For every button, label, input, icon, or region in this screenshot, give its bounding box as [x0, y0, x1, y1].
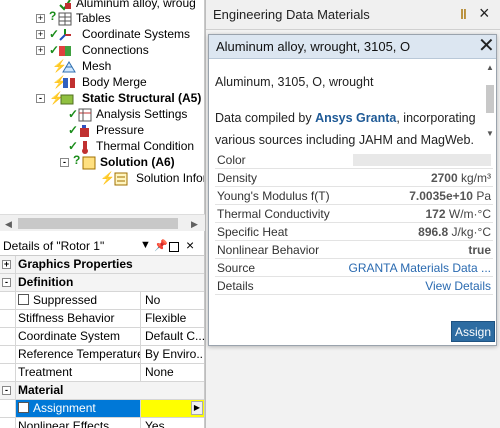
scroll-thumb[interactable]: [486, 85, 494, 113]
material-icon: [59, 0, 71, 11]
pin-icon[interactable]: 📌: [154, 239, 168, 252]
close-icon[interactable]: ✕: [478, 35, 495, 57]
property-source: Source GRANTA Materials Data ...: [215, 259, 493, 277]
scroll-right-icon[interactable]: ▶: [191, 219, 198, 230]
property-color: Color: [215, 151, 493, 169]
row-stiffness-behavior[interactable]: Stiffness Behavior Flexible: [0, 310, 204, 328]
collapse-icon[interactable]: -: [2, 386, 11, 395]
question-icon: ?: [49, 9, 57, 23]
coordinate-system-icon: [59, 29, 71, 41]
horizontal-scrollbar[interactable]: ◀ ▶: [0, 214, 205, 231]
collapse-icon[interactable]: -: [60, 158, 69, 167]
details-header: Details of "Rotor 1" ▼ 📌 ×: [0, 237, 205, 256]
ansys-granta-link[interactable]: Ansys Granta: [315, 111, 396, 125]
analysis-settings-icon: [78, 108, 92, 122]
property-nonlinear-behavior: Nonlinear Behavior true: [215, 243, 493, 259]
body-merge-icon: [63, 78, 75, 88]
color-swatch: [353, 154, 491, 166]
static-structural-icon: [60, 94, 74, 105]
details-title: Details of "Rotor 1": [3, 239, 105, 253]
scroll-thumb[interactable]: [18, 218, 178, 229]
expand-icon[interactable]: +: [36, 30, 45, 39]
mesh-icon: [62, 61, 76, 73]
category-graphics-properties[interactable]: + Graphics Properties: [0, 256, 204, 274]
expand-icon[interactable]: +: [36, 14, 45, 23]
popup-header: Aluminum alloy, wrought, 3105, O ✕: [209, 35, 496, 59]
row-coordinate-system[interactable]: Coordinate System Default C...: [0, 328, 204, 346]
dropdown-arrow-icon[interactable]: ▶: [191, 401, 203, 415]
pin-icon[interactable]: ‖: [460, 6, 467, 22]
vertical-scrollbar[interactable]: ▲ ▼: [484, 63, 496, 143]
collapse-icon[interactable]: -: [2, 278, 11, 287]
row-suppressed[interactable]: Suppressed No: [0, 292, 204, 310]
expand-icon[interactable]: +: [36, 46, 45, 55]
row-reference-temperature[interactable]: Reference Temperature By Enviro...: [0, 346, 204, 364]
collapse-icon[interactable]: -: [36, 94, 45, 103]
close-icon[interactable]: ×: [479, 3, 490, 24]
scroll-left-icon[interactable]: ◀: [5, 219, 12, 230]
checkbox[interactable]: [18, 402, 29, 414]
category-material[interactable]: - Material: [0, 382, 204, 400]
property-thermal-conductivity: Thermal Conductivity 172 W/m·°C: [215, 207, 493, 223]
row-assignment[interactable]: Assignment ▶: [0, 400, 204, 418]
solution-icon: [82, 156, 96, 170]
material-subtitle: Aluminum, 3105, O, wrought: [215, 75, 374, 89]
dropdown-icon[interactable]: ▼: [140, 239, 151, 251]
solution-info-icon: [114, 172, 128, 186]
details-grid: + Graphics Properties - Definition Suppr…: [0, 256, 205, 428]
panel-title-bar: Engineering Data Materials ‖ ×: [206, 0, 500, 30]
pressure-icon: [80, 125, 89, 137]
check-icon: ✓: [68, 107, 79, 121]
property-list: Color Density 2700 kg/m³ Young's Modulus…: [215, 151, 493, 295]
category-definition[interactable]: - Definition: [0, 274, 204, 292]
material-popup: Aluminum alloy, wrought, 3105, O ✕ Alumi…: [208, 34, 497, 346]
question-icon: ?: [73, 153, 81, 167]
scroll-down-icon[interactable]: ▼: [486, 129, 494, 138]
row-treatment[interactable]: Treatment None: [0, 364, 204, 382]
row-nonlinear-effects[interactable]: Nonlinear Effects Yes: [0, 418, 204, 428]
property-specific-heat: Specific Heat 896.8 J/kg·°C: [215, 225, 493, 241]
check-icon: ✓: [68, 123, 79, 137]
close-icon[interactable]: ×: [186, 237, 194, 253]
connections-icon: [59, 46, 71, 56]
property-density: Density 2700 kg/m³: [215, 171, 493, 187]
source-link[interactable]: GRANTA Materials Data ...: [349, 259, 491, 277]
expand-icon[interactable]: +: [2, 260, 11, 269]
checkbox[interactable]: [18, 294, 29, 306]
table-icon: [58, 12, 72, 26]
material-description: Aluminum, 3105, O, wrought Data compiled…: [215, 71, 481, 151]
view-details-link[interactable]: View Details: [425, 277, 491, 295]
panel-title: Engineering Data Materials: [213, 7, 370, 22]
property-details: Details View Details: [215, 277, 493, 295]
assign-button[interactable]: Assign: [451, 321, 495, 342]
scroll-up-icon[interactable]: ▲: [486, 63, 494, 72]
maximize-icon[interactable]: [169, 242, 179, 252]
lightning-icon: ⚡: [100, 171, 115, 185]
outline-tree: Aluminum alloy, wroug + ? Tables + ✓ Coo…: [0, 0, 205, 214]
popup-title: Aluminum alloy, wrought, 3105, O: [216, 39, 411, 54]
property-youngs-modulus: Young's Modulus f(T) 7.0035e+10 Pa: [215, 189, 493, 205]
